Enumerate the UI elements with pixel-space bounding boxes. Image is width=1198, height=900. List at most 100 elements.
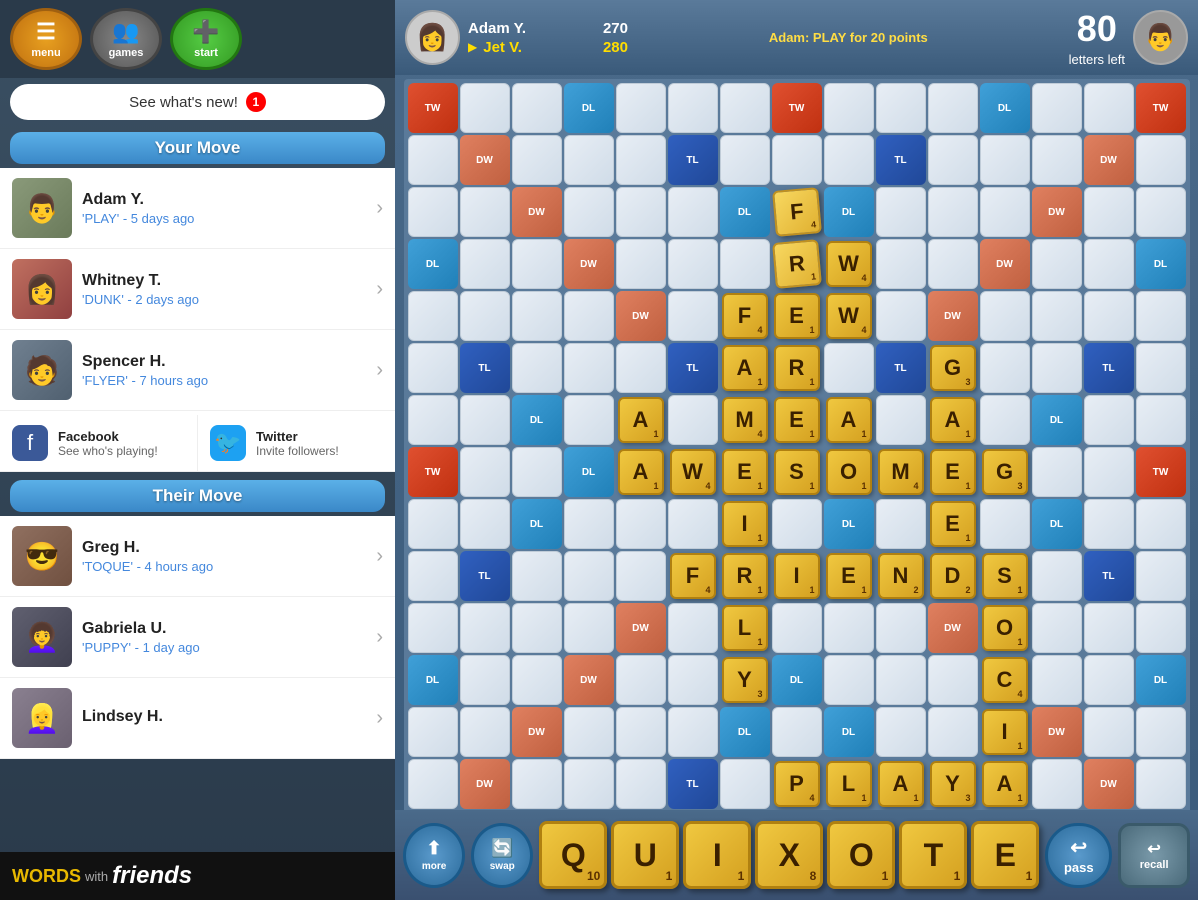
twitter-button[interactable]: 🐦 Twitter Invite followers!	[198, 415, 395, 472]
cell-7-9[interactable]: M4	[876, 447, 926, 497]
cell-1-6[interactable]	[720, 135, 770, 185]
cell-11-2[interactable]	[512, 655, 562, 705]
cell-3-5[interactable]	[668, 239, 718, 289]
start-button[interactable]: ➕ start	[170, 8, 242, 70]
cell-12-4[interactable]	[616, 707, 666, 757]
cell-1-7[interactable]	[772, 135, 822, 185]
cell-0-4[interactable]	[616, 83, 666, 133]
cell-10-0[interactable]	[408, 603, 458, 653]
cell-9-1[interactable]: TL	[460, 551, 510, 601]
cell-6-1[interactable]	[460, 395, 510, 445]
cell-7-8[interactable]: O1	[824, 447, 874, 497]
cell-6-6[interactable]: M4	[720, 395, 770, 445]
cell-13-2[interactable]	[512, 759, 562, 809]
cell-4-13[interactable]	[1084, 291, 1134, 341]
cell-6-5[interactable]	[668, 395, 718, 445]
cell-8-14[interactable]	[1136, 499, 1186, 549]
cell-3-14[interactable]: DL	[1136, 239, 1186, 289]
cell-5-13[interactable]: TL	[1084, 343, 1134, 393]
cell-6-13[interactable]	[1084, 395, 1134, 445]
cell-2-1[interactable]	[460, 187, 510, 237]
cell-2-3[interactable]	[564, 187, 614, 237]
cell-11-6[interactable]: Y3	[720, 655, 770, 705]
cell-5-2[interactable]	[512, 343, 562, 393]
cell-1-9[interactable]: TL	[876, 135, 926, 185]
cell-11-3[interactable]: DW	[564, 655, 614, 705]
cell-0-12[interactable]	[1032, 83, 1082, 133]
cell-0-14[interactable]: TW	[1136, 83, 1186, 133]
rack-tile-I[interactable]: I1	[683, 821, 751, 889]
cell-13-10[interactable]: Y3	[928, 759, 978, 809]
cell-6-7[interactable]: E1	[772, 395, 822, 445]
cell-9-0[interactable]	[408, 551, 458, 601]
cell-12-7[interactable]	[772, 707, 822, 757]
cell-8-5[interactable]	[668, 499, 718, 549]
cell-12-9[interactable]	[876, 707, 926, 757]
cell-2-13[interactable]	[1084, 187, 1134, 237]
cell-2-11[interactable]	[980, 187, 1030, 237]
cell-7-13[interactable]	[1084, 447, 1134, 497]
cell-9-5[interactable]: F4	[668, 551, 718, 601]
pass-button[interactable]: ↩ pass	[1045, 823, 1112, 888]
cell-10-2[interactable]	[512, 603, 562, 653]
cell-0-6[interactable]	[720, 83, 770, 133]
cell-11-9[interactable]	[876, 655, 926, 705]
cell-5-6[interactable]: A1	[720, 343, 770, 393]
cell-6-8[interactable]: A1	[824, 395, 874, 445]
cell-12-1[interactable]	[460, 707, 510, 757]
cell-12-6[interactable]: DL	[720, 707, 770, 757]
cell-12-0[interactable]	[408, 707, 458, 757]
whats-new-bar[interactable]: See what's new! 1	[10, 84, 385, 120]
cell-9-12[interactable]	[1032, 551, 1082, 601]
cell-2-2[interactable]: DW	[512, 187, 562, 237]
cell-1-11[interactable]	[980, 135, 1030, 185]
cell-12-14[interactable]	[1136, 707, 1186, 757]
cell-4-14[interactable]	[1136, 291, 1186, 341]
cell-3-12[interactable]	[1032, 239, 1082, 289]
cell-13-6[interactable]	[720, 759, 770, 809]
cell-13-7[interactable]: P4	[772, 759, 822, 809]
cell-0-9[interactable]	[876, 83, 926, 133]
cell-0-1[interactable]	[460, 83, 510, 133]
cell-11-1[interactable]	[460, 655, 510, 705]
cell-1-0[interactable]	[408, 135, 458, 185]
cell-7-0[interactable]: TW	[408, 447, 458, 497]
cell-4-1[interactable]	[460, 291, 510, 341]
cell-12-3[interactable]	[564, 707, 614, 757]
cell-11-12[interactable]	[1032, 655, 1082, 705]
cell-5-10[interactable]: G3	[928, 343, 978, 393]
cell-10-11[interactable]: O1	[980, 603, 1030, 653]
cell-6-4[interactable]: A1	[616, 395, 666, 445]
cell-10-8[interactable]	[824, 603, 874, 653]
cell-10-4[interactable]: DW	[616, 603, 666, 653]
cell-3-6[interactable]	[720, 239, 770, 289]
cell-2-7[interactable]: F4	[772, 187, 822, 237]
cell-12-2[interactable]: DW	[512, 707, 562, 757]
cell-0-13[interactable]	[1084, 83, 1134, 133]
cell-10-3[interactable]	[564, 603, 614, 653]
cell-13-5[interactable]: TL	[668, 759, 718, 809]
cell-8-12[interactable]: DL	[1032, 499, 1082, 549]
cell-10-14[interactable]	[1136, 603, 1186, 653]
cell-6-12[interactable]: DL	[1032, 395, 1082, 445]
cell-2-9[interactable]	[876, 187, 926, 237]
cell-5-7[interactable]: R1	[772, 343, 822, 393]
cell-5-12[interactable]	[1032, 343, 1082, 393]
cell-10-13[interactable]	[1084, 603, 1134, 653]
cell-7-3[interactable]: DL	[564, 447, 614, 497]
cell-3-9[interactable]	[876, 239, 926, 289]
cell-6-0[interactable]	[408, 395, 458, 445]
cell-6-14[interactable]	[1136, 395, 1186, 445]
swap-button[interactable]: 🔄 swap	[471, 823, 533, 888]
rack-tile-U[interactable]: U1	[611, 821, 679, 889]
rack-tile-E[interactable]: E1	[971, 821, 1039, 889]
cell-4-5[interactable]	[668, 291, 718, 341]
cell-11-13[interactable]	[1084, 655, 1134, 705]
cell-7-14[interactable]: TW	[1136, 447, 1186, 497]
cell-7-5[interactable]: W4	[668, 447, 718, 497]
cell-12-11[interactable]: I1	[980, 707, 1030, 757]
cell-10-7[interactable]	[772, 603, 822, 653]
game-item-spencer[interactable]: 🧑 Spencer H. 'FLYER' - 7 hours ago ›	[0, 330, 395, 411]
cell-13-8[interactable]: L1	[824, 759, 874, 809]
cell-9-6[interactable]: R1	[720, 551, 770, 601]
